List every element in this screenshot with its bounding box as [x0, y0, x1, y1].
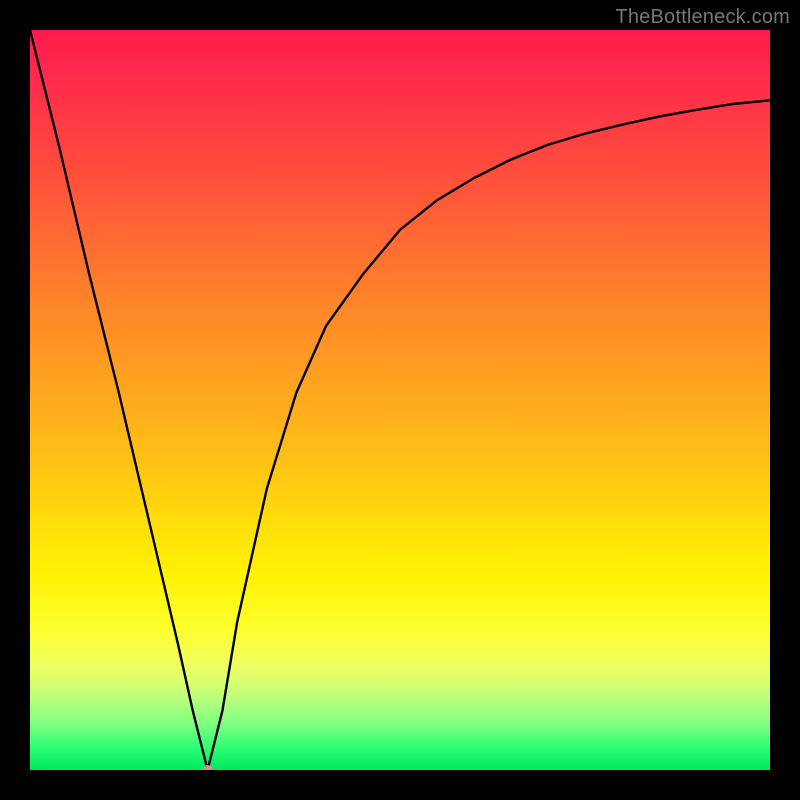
bottleneck-curve: [30, 30, 770, 770]
watermark-text: TheBottleneck.com: [615, 6, 790, 29]
optimal-point-marker: [203, 765, 213, 770]
curve-line: [30, 30, 770, 770]
plot-area: [30, 30, 770, 770]
chart-container: TheBottleneck.com: [0, 0, 800, 800]
